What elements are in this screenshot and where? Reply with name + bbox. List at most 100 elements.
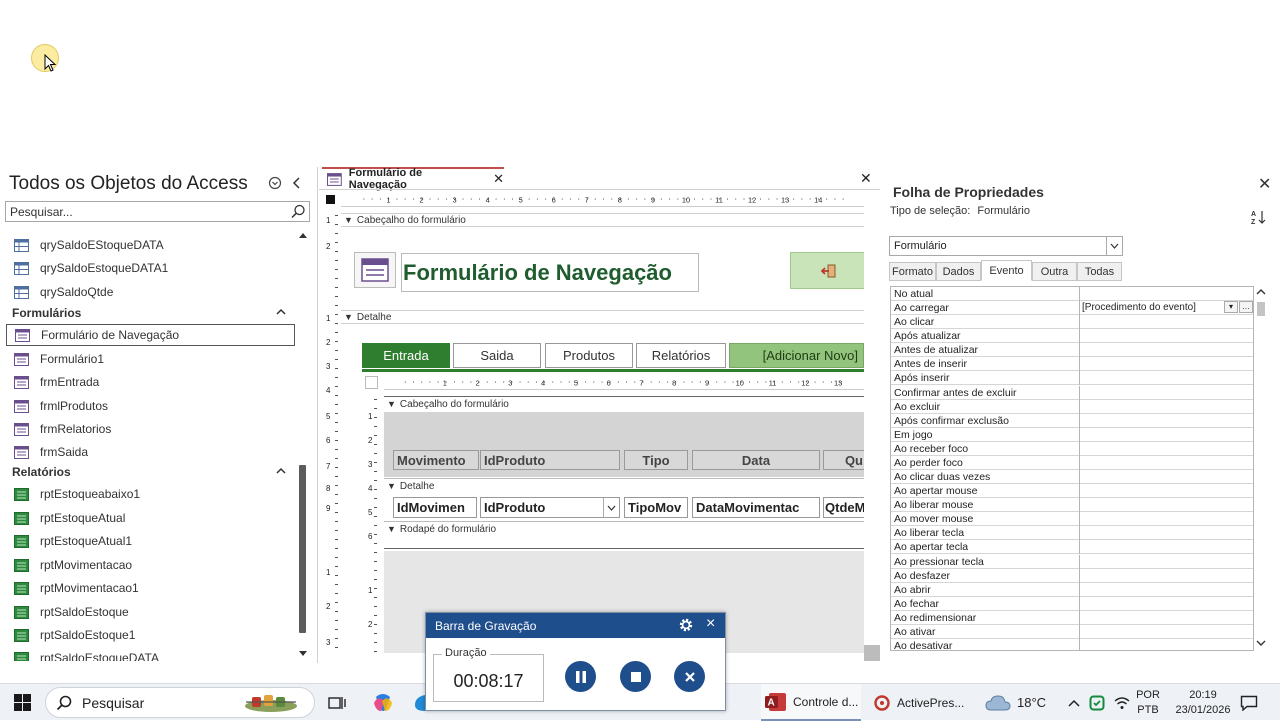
nav-item-form[interactable]: frmlProdutos [6,395,295,417]
property-value[interactable] [1079,357,1253,372]
nav-tab-add-new[interactable]: [Adicionar Novo] [729,343,864,368]
nav-item-report[interactable]: rptSaldoEstoque [6,601,295,623]
property-row[interactable]: Ao liberar tecla [891,526,1253,541]
property-row[interactable]: Após inserir [891,371,1253,386]
nav-item-report[interactable]: rptMovimentacao [6,554,295,576]
close-icon[interactable]: ✕ [1258,174,1271,194]
column-label[interactable]: IdProduto [480,450,620,470]
property-row[interactable]: Ao ativar [891,624,1253,639]
nav-item-report[interactable]: rptSaldoEstoqueDATA [6,647,295,661]
start-button[interactable] [14,684,31,721]
nav-item-report[interactable]: rptMovimentacao1 [6,577,295,599]
scroll-down-icon[interactable] [1256,639,1266,647]
search-icon[interactable] [291,204,306,219]
property-value[interactable] [1079,470,1253,485]
column-label[interactable]: Tipo [624,450,688,470]
property-value[interactable] [1079,526,1253,541]
nav-item-report[interactable]: rptSaldoEstoque1 [6,624,295,646]
field-idproduto-combo[interactable]: IdProduto [480,497,620,518]
document-tab[interactable]: Formulário de Navegação ✕ [322,167,504,191]
scroll-up-icon[interactable] [298,231,308,239]
property-row[interactable]: Ao receber foco [891,441,1253,456]
taskbar-search[interactable]: Pesquisar [45,687,315,718]
property-row[interactable]: Ao redimensionar [891,610,1253,625]
property-row[interactable]: Ao liberar mouse [891,498,1253,513]
taskbar-clock[interactable]: 20:19 23/01/2026 [1175,684,1231,721]
property-value[interactable] [1079,512,1253,527]
property-row[interactable]: Ao perder foco [891,455,1253,470]
chevron-up-icon[interactable] [276,467,286,475]
nav-item-query[interactable]: qrySaldoEStoqueDATA [6,234,295,256]
property-value[interactable]: [Procedimento do evento] ▾… [1079,301,1253,316]
nav-item-form-selected[interactable]: Formulário de Navegação [6,324,295,346]
chevron-down-icon[interactable] [603,498,619,517]
subform-section-bar-detail[interactable]: ▼ Detalhe [384,478,864,493]
property-value[interactable] [1079,371,1253,386]
prop-tab-dados[interactable]: Dados [936,262,981,281]
taskbar-weather[interactable]: 18°C [985,684,1046,721]
input-language[interactable]: POR PTB [1132,684,1164,721]
property-value[interactable] [1079,554,1253,569]
object-selector-dropdown[interactable]: Formulário [889,236,1123,256]
nav-tab-relatorios[interactable]: Relatórios [636,343,726,368]
prop-tab-evento[interactable]: Evento [981,260,1032,281]
subform-section-bar-footer[interactable]: ▼ Rodapé do formulário [384,521,864,536]
property-row[interactable]: Após confirmar exclusão [891,413,1253,428]
property-row[interactable]: Confirmar antes de excluir [891,385,1253,400]
property-value[interactable] [1079,427,1253,442]
nav-group-forms[interactable]: Formulários [0,303,296,323]
property-value[interactable] [1079,413,1253,428]
chevron-up-icon[interactable] [1068,684,1080,721]
cancel-recording-button[interactable] [674,661,705,692]
property-row[interactable]: Em jogo [891,427,1253,442]
chevron-up-icon[interactable] [276,308,286,316]
nav-item-query[interactable]: qrySaldoQtde [6,281,295,303]
property-row[interactable]: Ao desfazer [891,568,1253,583]
exit-form-button[interactable] [790,252,864,289]
field-datamovimentacao[interactable]: DataMovimentac [692,497,820,518]
wifi-icon[interactable] [1114,684,1130,721]
field-idmovimento[interactable]: IdMovimen [393,497,477,518]
property-value[interactable] [1079,287,1253,301]
chevron-down-icon[interactable] [1106,237,1122,255]
property-row[interactable]: Antes de atualizar [891,343,1253,358]
property-row[interactable]: Antes de inserir [891,357,1253,372]
property-value[interactable] [1079,624,1253,639]
pause-button[interactable] [565,661,596,692]
task-view-icon[interactable] [328,684,346,721]
nav-item-report[interactable]: rptEstoqueabaixo1 [6,483,295,505]
nav-item-form[interactable]: Formulário1 [6,348,295,370]
collapse-pane-icon[interactable] [291,176,303,190]
property-row[interactable]: Após atualizar [891,329,1253,344]
property-value[interactable] [1079,582,1253,597]
notifications-icon[interactable] [1240,684,1258,721]
nav-item-query[interactable]: qrySaldoEstoqueDATA1 [6,257,295,279]
property-row[interactable]: Ao clicar duas vezes [891,470,1253,485]
property-row[interactable]: Ao abrir [891,582,1253,597]
subform-detail-section[interactable]: IdMovimen IdProduto TipoMov DataMoviment… [384,494,864,521]
nav-tab-entrada[interactable]: Entrada [362,343,450,368]
property-value[interactable] [1079,639,1253,650]
prop-tab-todas[interactable]: Todas [1077,262,1122,281]
prop-tab-formato[interactable]: Formato [889,262,936,281]
gear-icon[interactable] [678,617,694,633]
tray-app-icon[interactable] [1089,684,1105,721]
scroll-up-icon[interactable] [1256,288,1266,296]
scrollbar-corner[interactable] [864,645,880,661]
copilot-icon[interactable] [372,684,394,721]
property-row[interactable]: Ao pressionar tecla [891,554,1253,569]
property-row[interactable]: Ao desativar [891,639,1253,650]
property-value[interactable] [1079,315,1253,330]
sort-az-icon[interactable]: AZ [1251,209,1267,225]
property-row[interactable]: Ao clicar [891,315,1253,330]
property-value[interactable] [1079,568,1253,583]
form-title-label[interactable]: Formulário de Navegação [401,253,699,292]
property-row[interactable]: Ao excluir [891,399,1253,414]
taskbar-app-activepresenter[interactable]: ActivePres... [869,684,969,721]
property-value[interactable] [1079,610,1253,625]
property-row[interactable]: Ao mover mouse [891,512,1253,527]
subform-section-bar-header[interactable]: ▼ Cabeçalho do formulário [384,396,864,411]
property-value[interactable] [1079,441,1253,456]
property-row[interactable]: No atual [891,287,1253,301]
section-bar-detail[interactable]: ▼ Detalhe [341,310,864,324]
